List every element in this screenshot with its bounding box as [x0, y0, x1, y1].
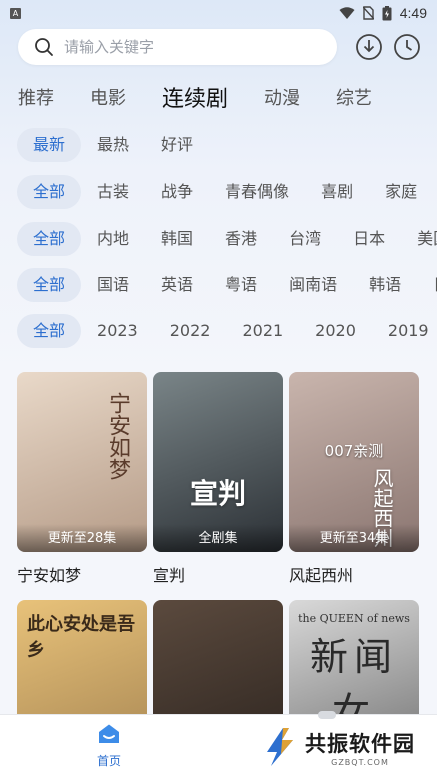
filter-year-chip[interactable]: 全部: [17, 314, 82, 348]
poster-subtitle-art: the QUEEN of news: [298, 612, 410, 625]
filter-genre-chip[interactable]: 犯罪: [433, 175, 437, 209]
search-input[interactable]: [64, 38, 304, 56]
tab-variety[interactable]: 综艺: [336, 84, 372, 110]
series-card[interactable]: 007亲测 风起西州 更新至34集 风起西州: [289, 372, 419, 586]
filter-region-chip[interactable]: 台湾: [273, 222, 337, 256]
filter-region-chip[interactable]: 美国: [401, 222, 437, 256]
filter-genre-chip[interactable]: 家庭: [369, 175, 433, 209]
filter-sort-chip[interactable]: 好评: [145, 128, 209, 162]
search-bar[interactable]: [18, 29, 337, 65]
clock-icon[interactable]: [393, 33, 421, 61]
episode-status: 全剧集: [153, 524, 283, 552]
search-row: [18, 29, 425, 65]
filter-year-chip[interactable]: 2023: [81, 314, 154, 348]
poster-title-art: 宁安如梦: [105, 392, 130, 480]
series-title[interactable]: 宣判: [153, 562, 283, 586]
home-icon: [99, 724, 119, 743]
category-tabs: 推荐 电影 连续剧 动漫 综艺: [18, 80, 437, 114]
filter-language-chip[interactable]: 国语: [81, 268, 145, 302]
watermark-logo: 共振软件园 GZBQT.COM: [261, 726, 415, 768]
sort-filter-row: 最新 最热 好评: [17, 128, 437, 162]
tab-series[interactable]: 连续剧: [162, 81, 228, 113]
filter-language-chip[interactable]: 粤语: [209, 268, 273, 302]
series-card[interactable]: 宁安如梦 更新至28集 宁安如梦: [17, 372, 147, 586]
watermark-title: 共振软件园: [305, 731, 415, 756]
filter-genre-chip[interactable]: 全部: [17, 175, 82, 209]
filter-sort-chip[interactable]: 最热: [81, 128, 145, 162]
tab-recommend[interactable]: 推荐: [18, 84, 54, 110]
filter-region-chip[interactable]: 日本: [337, 222, 401, 256]
clock-time: 4:49: [399, 5, 427, 21]
search-icon: [35, 38, 53, 56]
poster-image[interactable]: 007亲测 风起西州 更新至34集: [289, 372, 419, 552]
logo-icon: [267, 728, 293, 766]
poster-title-art: 宣判: [189, 477, 246, 510]
filter-region-chip[interactable]: 全部: [17, 222, 82, 256]
episode-status: 更新至34集: [289, 524, 419, 552]
overlay-tag: 007亲测: [324, 442, 384, 460]
series-title[interactable]: 宁安如梦: [17, 562, 147, 586]
bottom-navigation: 首页 共振软件园 GZBQT.COM: [0, 711, 437, 776]
nav-home-label: 首页: [96, 754, 121, 768]
filter-year-chip[interactable]: 2022: [154, 314, 227, 348]
poster-image[interactable]: 宣判 全剧集: [153, 372, 283, 552]
filter-region-chip[interactable]: 韩国: [145, 222, 209, 256]
language-filter-row: 全部 国语 英语 粤语 闽南语 韩语 日语: [17, 268, 437, 302]
filter-language-chip[interactable]: 日语: [417, 268, 437, 302]
battery-charging-icon: [382, 5, 392, 20]
watermark-url: GZBQT.COM: [331, 757, 389, 767]
filter-year-chip[interactable]: 2021: [226, 314, 299, 348]
notification-badge: A: [10, 7, 21, 19]
poster-image[interactable]: 宁安如梦 更新至28集: [17, 372, 147, 552]
filter-year-chip[interactable]: 2020: [299, 314, 372, 348]
filter-genre-chip[interactable]: 青春偶像: [209, 175, 305, 209]
scroll-indicator: [318, 711, 336, 719]
filter-region-chip[interactable]: 香港: [209, 222, 273, 256]
wifi-icon: [339, 6, 355, 19]
tab-anime[interactable]: 动漫: [264, 84, 300, 110]
no-sim-icon: [362, 6, 374, 20]
filter-language-chip[interactable]: 韩语: [353, 268, 417, 302]
filter-language-chip[interactable]: 全部: [17, 268, 82, 302]
nav-home[interactable]: 首页: [89, 723, 129, 769]
year-filter-row: 全部 2023 2022 2021 2020 2019 2018: [17, 314, 437, 348]
download-icon[interactable]: [355, 33, 383, 61]
filter-genre-chip[interactable]: 古装: [81, 175, 145, 209]
filter-year-chip[interactable]: 2019: [372, 314, 437, 348]
region-filter-row: 全部 内地 韩国 香港 台湾 日本 美国: [17, 222, 437, 256]
filter-region-chip[interactable]: 内地: [81, 222, 145, 256]
filter-sort-chip[interactable]: 最新: [17, 128, 82, 162]
filter-genre-chip[interactable]: 喜剧: [305, 175, 369, 209]
series-card[interactable]: 宣判 全剧集 宣判: [153, 372, 283, 586]
genre-filter-row: 全部 古装 战争 青春偶像 喜剧 家庭 犯罪: [17, 175, 437, 209]
filter-language-chip[interactable]: 英语: [145, 268, 209, 302]
series-title[interactable]: 风起西州: [289, 562, 419, 586]
filter-genre-chip[interactable]: 战争: [145, 175, 209, 209]
filter-language-chip[interactable]: 闽南语: [273, 268, 353, 302]
episode-status: 更新至28集: [17, 524, 147, 552]
status-bar: A 4:49: [0, 0, 437, 26]
tab-movies[interactable]: 电影: [90, 84, 126, 110]
poster-title-art: 此心安处是吾乡: [27, 614, 135, 661]
